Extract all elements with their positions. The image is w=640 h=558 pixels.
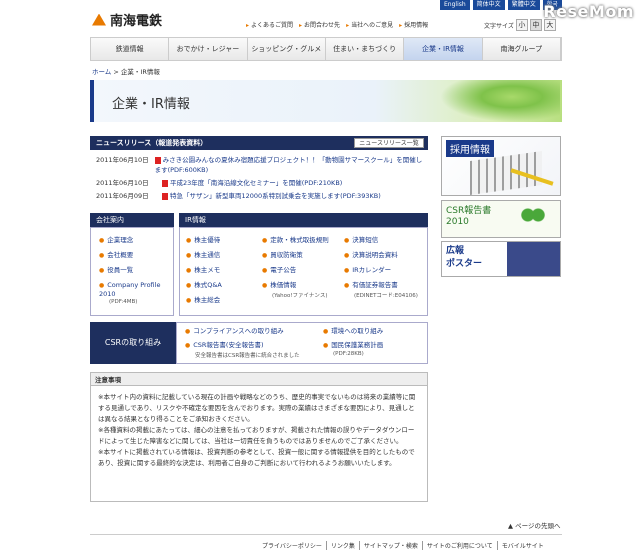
- news-item: 2011年06月09日 特急「サザン」新型車両12000系特別試乗会を実施します…: [96, 191, 426, 201]
- csr-heading: CSRの取り組み: [90, 322, 176, 364]
- notice-text: ※本サイト内の資料に記載している現在の計画や戦略などのうち、歴史的事実でないもの…: [98, 392, 418, 469]
- csr-environment-link[interactable]: 環境への取り組み: [323, 327, 383, 336]
- ir-link[interactable]: IRカレンダー: [344, 266, 391, 275]
- feedback-link[interactable]: 当社へのご意見: [346, 20, 393, 29]
- ir-edinet-note: (EDINETコード:E04106): [354, 293, 418, 299]
- news-date: 2011年06月10日: [96, 156, 149, 164]
- news-date: 2011年06月10日: [96, 179, 149, 187]
- font-size-small[interactable]: 小: [515, 19, 528, 31]
- global-nav: 鉄道情報 おでかけ・レジャー ショッピング・グルメ 住まい・まちづくり 企業・I…: [90, 37, 562, 61]
- poster-banner-title: 広報 ポスター: [446, 246, 483, 269]
- ir-stock-note: (Yahoo!ファイナンス): [272, 293, 328, 299]
- breadcrumb-home[interactable]: ホーム: [92, 68, 111, 76]
- lang-english[interactable]: English: [440, 0, 470, 10]
- gnav-shopping[interactable]: ショッピング・グルメ: [248, 38, 326, 60]
- news-list-button[interactable]: ニュースリリース一覧: [354, 138, 424, 148]
- csr-report-link[interactable]: CSR報告書(安全報告書): [185, 341, 263, 350]
- ir-link[interactable]: 買収防衛策: [262, 251, 303, 260]
- company-profile-link[interactable]: Company Profile 2010: [99, 281, 173, 299]
- breadcrumb-current: 企業・IR情報: [120, 68, 160, 76]
- ir-link[interactable]: 株価情報: [262, 281, 296, 290]
- footer-link[interactable]: プライバシーポリシー: [258, 541, 322, 550]
- civil-protection-plan-link[interactable]: 国民保護業務計画: [323, 341, 383, 350]
- footer-link[interactable]: サイトマップ・検索: [358, 541, 418, 550]
- footer-divider: [90, 534, 562, 535]
- ir-link[interactable]: 決算短信: [344, 236, 378, 245]
- csr-report-banner-title: CSR報告書 2010: [446, 206, 492, 227]
- arrow-up-icon: ▲: [508, 522, 513, 530]
- gnav-corporate-ir[interactable]: 企業・IR情報: [404, 38, 483, 60]
- watermark: ReseMom: [543, 2, 634, 21]
- news-item: 2011年06月10日 平成23年度「南海沿線文化セミナー」を開催(PDF:21…: [96, 178, 426, 188]
- news-item: 2011年06月10日 みさき公園みんなの夏休み宿題応援プロジェクト！！「動物園…: [96, 155, 426, 175]
- sprout-icon: [520, 206, 546, 224]
- company-philosophy-link[interactable]: 企業理念: [99, 236, 133, 245]
- font-size-large[interactable]: 大: [543, 19, 556, 31]
- leaf-image: [440, 80, 560, 122]
- news-link[interactable]: みさき公園みんなの夏休み宿題応援プロジェクト！！「動物園サマースクール」を開催し…: [155, 156, 423, 174]
- civil-protection-plan-size: (PDF:28KB): [333, 351, 364, 357]
- notice-paragraph: ※各種資料の掲載にあたっては、細心の注意を払っておりますが、掲載された情報の誤り…: [98, 426, 415, 445]
- ir-link[interactable]: 決算説明会資料: [344, 251, 398, 260]
- ir-link[interactable]: 株主メモ: [186, 266, 220, 275]
- ir-link[interactable]: 株主総会: [186, 296, 220, 305]
- gnav-group[interactable]: 南海グループ: [483, 38, 561, 60]
- ir-heading: IR情報: [179, 213, 428, 227]
- news-link[interactable]: 特急「サザン」新型車両12000系特別試乗会を実施します(PDF:393KB): [170, 192, 381, 200]
- font-size-medium[interactable]: 中: [529, 19, 542, 31]
- csr-report-note: 安全報告書はCSR報告書に統合されました: [195, 353, 300, 359]
- logo-text: 南海電鉄: [110, 14, 163, 29]
- gnav-housing[interactable]: 住まい・まちづくり: [326, 38, 405, 60]
- footer-nav: プライバシーポリシー リンク集 サイトマップ・検索 サイトのご利用について モバ…: [258, 541, 544, 550]
- company-box: 企業理念 会社概要 役員一覧 Company Profile 2010 (PDF…: [90, 227, 174, 316]
- breadcrumb-separator: >: [111, 68, 121, 76]
- gnav-leisure[interactable]: おでかけ・レジャー: [169, 38, 248, 60]
- contact-link[interactable]: お問合わせ先: [299, 20, 340, 29]
- footer-link[interactable]: リンク集: [325, 541, 355, 550]
- csr-box: コンプライアンスへの取り組み 環境への取り組み CSR報告書(安全報告書) 安全…: [176, 322, 428, 364]
- page-top-label: ページの先頭へ: [515, 522, 561, 530]
- officers-link[interactable]: 役員一覧: [99, 266, 133, 275]
- pdf-icon: [154, 156, 161, 164]
- recruit-banner-title: 採用情報: [446, 140, 494, 157]
- page-top-link[interactable]: ▲ ページの先頭へ: [508, 520, 560, 530]
- faq-link[interactable]: よくあるご質問: [246, 20, 293, 29]
- lang-simplified-chinese[interactable]: 简体中文: [472, 0, 505, 10]
- gnav-railway[interactable]: 鉄道情報: [91, 38, 170, 60]
- ir-link[interactable]: 定款・株式取扱規則: [262, 236, 329, 245]
- ir-link[interactable]: 電子公告: [262, 266, 296, 275]
- site-logo[interactable]: 南海電鉄: [92, 10, 162, 29]
- ir-link[interactable]: 株主通信: [186, 251, 220, 260]
- news-link[interactable]: 平成23年度「南海沿線文化セミナー」を開催(PDF:210KB): [170, 179, 342, 187]
- notice-heading: 注意事項: [90, 372, 428, 386]
- recruit-link[interactable]: 採用情報: [399, 20, 428, 29]
- ir-box: 株主優待 株主通信 株主メモ 株式Q&A 株主総会 定款・株式取扱規則 買収防衛…: [179, 227, 428, 316]
- page-title: 企業・IR情報: [112, 97, 190, 112]
- company-heading: 会社案内: [90, 213, 174, 227]
- utility-nav: よくあるご質問 お問合わせ先 当社へのご意見 採用情報: [246, 20, 428, 29]
- ir-link[interactable]: 株式Q&A: [186, 281, 222, 290]
- news-list: 2011年06月10日 みさき公園みんなの夏休み宿題応援プロジェクト！！「動物園…: [96, 155, 426, 204]
- ir-link[interactable]: 株主優待: [186, 236, 220, 245]
- company-overview-link[interactable]: 会社概要: [99, 251, 133, 260]
- font-size-switcher: 文字サイズ 小 中 大: [484, 19, 556, 31]
- news-date: 2011年06月09日: [96, 192, 149, 200]
- footer-link[interactable]: サイトのご利用について: [421, 541, 493, 550]
- csr-compliance-link[interactable]: コンプライアンスへの取り組み: [185, 327, 283, 336]
- logo-icon: [92, 13, 106, 26]
- footer-link[interactable]: モバイルサイト: [496, 541, 544, 550]
- lang-traditional-chinese[interactable]: 繁體中文: [507, 0, 540, 10]
- font-size-label: 文字サイズ: [484, 22, 514, 30]
- company-profile-size: (PDF:4MB): [109, 299, 138, 305]
- ir-link[interactable]: 有価証券報告書: [344, 281, 398, 290]
- breadcrumb: ホーム > 企業・IR情報: [92, 66, 160, 76]
- pdf-icon: [162, 192, 168, 200]
- notice-paragraph: ※本サイトに掲載されている情報は、投資判断の参考として、投資一般に関する情報提供…: [98, 448, 415, 467]
- pdf-icon: [162, 179, 168, 187]
- notice-paragraph: ※本サイト内の資料に記載している現在の計画や戦略などのうち、歴史的事実でないもの…: [98, 393, 416, 423]
